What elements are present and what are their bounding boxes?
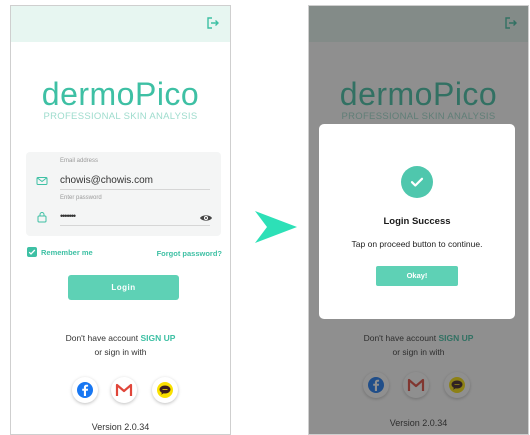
login-success-dialog: Login Success Tap on proceed button to c… bbox=[319, 124, 515, 319]
remember-checkbox[interactable] bbox=[27, 247, 37, 257]
logo-text: dermoPico bbox=[41, 76, 200, 112]
email-underline bbox=[60, 189, 210, 190]
dialog-title: Login Success bbox=[383, 216, 451, 227]
signup-prefix: Don't have account bbox=[65, 333, 139, 343]
gmail-icon bbox=[115, 383, 133, 396]
check-icon bbox=[28, 249, 36, 255]
facebook-icon bbox=[77, 382, 93, 398]
signup-link[interactable]: SIGN UP bbox=[140, 333, 175, 343]
signup-prompt: Don't have account SIGN UP bbox=[11, 333, 230, 343]
password-field[interactable]: ••••••• bbox=[60, 211, 76, 221]
password-label: Enter password bbox=[60, 195, 102, 201]
email-label: Email address bbox=[60, 158, 99, 164]
arrow-right-icon bbox=[255, 211, 297, 243]
email-field[interactable]: chowis@chowis.com bbox=[60, 175, 153, 186]
login-form-card: Email address chowis@chowis.com Enter pa… bbox=[26, 152, 221, 236]
login-button[interactable]: Login bbox=[68, 275, 179, 300]
dialog-message: Tap on proceed button to continue. bbox=[351, 239, 483, 249]
logo-tagline: PROFESSIONAL SKIN ANALYSIS bbox=[43, 111, 198, 122]
facebook-button[interactable] bbox=[72, 377, 98, 403]
logo: dermoPico PROFESSIONAL SKIN ANALYSIS bbox=[11, 78, 230, 122]
version-label: Version 2.0.34 bbox=[91, 422, 150, 432]
kakaotalk-button[interactable] bbox=[152, 377, 178, 403]
lock-icon bbox=[37, 212, 47, 223]
remember-label: Remember me bbox=[41, 247, 93, 257]
gmail-button[interactable] bbox=[111, 377, 137, 403]
email-icon bbox=[36, 177, 48, 185]
password-underline bbox=[60, 225, 210, 226]
kakaotalk-icon bbox=[157, 382, 173, 398]
okay-button[interactable]: Okay! bbox=[376, 266, 458, 286]
eye-icon[interactable] bbox=[199, 212, 213, 224]
signin-with-text: or sign in with bbox=[94, 347, 147, 357]
remember-me[interactable]: Remember me bbox=[27, 247, 93, 257]
success-check-icon bbox=[401, 166, 433, 198]
logout-icon[interactable] bbox=[206, 16, 220, 30]
top-bar bbox=[11, 6, 230, 42]
login-success-screen: dermoPico PROFESSIONAL SKIN ANALYSIS Don… bbox=[308, 5, 529, 435]
login-screen: dermoPico PROFESSIONAL SKIN ANALYSIS Ema… bbox=[10, 5, 231, 435]
forgot-password-link[interactable]: Forgot password? bbox=[157, 249, 222, 258]
